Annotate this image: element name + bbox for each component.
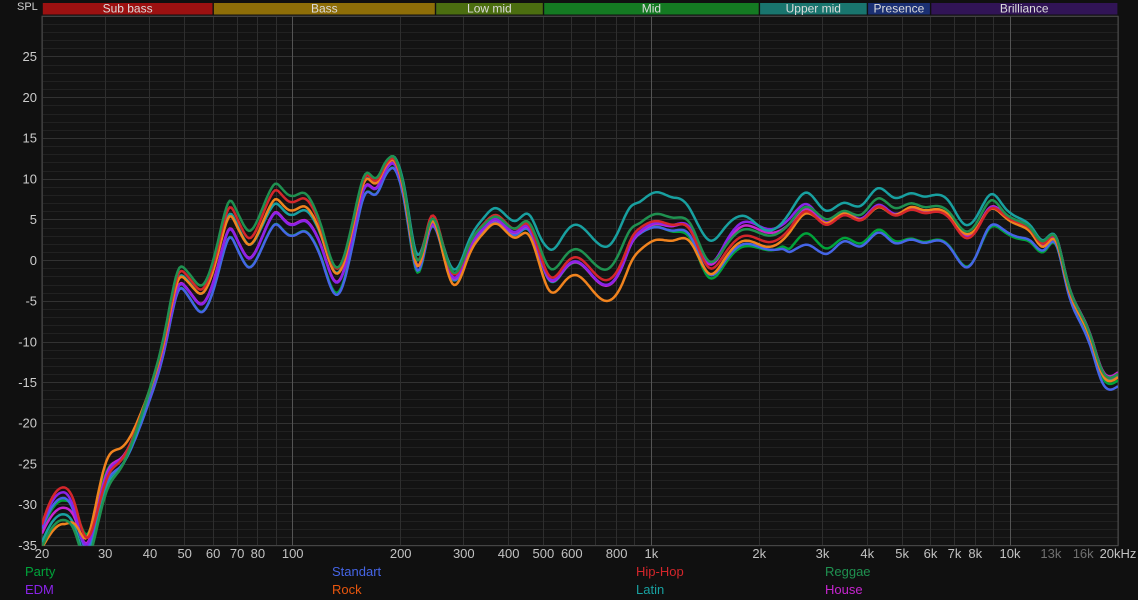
svg-text:60: 60 — [206, 546, 220, 561]
svg-text:600: 600 — [561, 546, 583, 561]
svg-text:8k: 8k — [968, 546, 982, 561]
svg-text:6k: 6k — [924, 546, 938, 561]
svg-text:80: 80 — [251, 546, 265, 561]
svg-text:EDM: EDM — [25, 582, 54, 597]
svg-text:13k: 13k — [1040, 546, 1061, 561]
svg-text:70: 70 — [230, 546, 244, 561]
svg-text:-10: -10 — [18, 334, 37, 349]
svg-text:200: 200 — [390, 546, 412, 561]
svg-text:5: 5 — [30, 212, 37, 227]
svg-text:800: 800 — [606, 546, 628, 561]
svg-text:Latin: Latin — [636, 582, 664, 597]
svg-text:40: 40 — [143, 546, 157, 561]
svg-text:House: House — [825, 582, 863, 597]
svg-text:Upper mid: Upper mid — [786, 2, 841, 16]
svg-text:Rock: Rock — [332, 582, 362, 597]
svg-text:Brilliance: Brilliance — [1000, 2, 1049, 16]
svg-text:500: 500 — [533, 546, 555, 561]
svg-text:3k: 3k — [816, 546, 830, 561]
svg-text:Bass: Bass — [311, 2, 338, 16]
svg-text:400: 400 — [498, 546, 520, 561]
svg-text:SPL: SPL — [17, 1, 38, 13]
svg-text:Standart: Standart — [332, 564, 382, 579]
svg-text:2k: 2k — [752, 546, 766, 561]
svg-text:Low mid: Low mid — [467, 2, 512, 16]
svg-text:Hip-Hop: Hip-Hop — [636, 564, 684, 579]
svg-text:4k: 4k — [860, 546, 874, 561]
svg-text:7k: 7k — [948, 546, 962, 561]
svg-text:-15: -15 — [18, 375, 37, 390]
svg-text:-25: -25 — [18, 456, 37, 471]
svg-text:25: 25 — [23, 49, 37, 64]
svg-text:50: 50 — [177, 546, 191, 561]
svg-text:Party: Party — [25, 564, 56, 579]
svg-text:100: 100 — [282, 546, 304, 561]
svg-text:1k: 1k — [645, 546, 659, 561]
svg-text:10: 10 — [23, 171, 37, 186]
svg-text:-30: -30 — [18, 497, 37, 512]
svg-text:16k: 16k — [1073, 546, 1094, 561]
svg-text:5k: 5k — [895, 546, 909, 561]
svg-text:-5: -5 — [25, 294, 37, 309]
svg-text:Mid: Mid — [642, 2, 661, 16]
svg-text:20: 20 — [35, 546, 49, 561]
svg-text:Reggae: Reggae — [825, 564, 871, 579]
svg-text:15: 15 — [23, 131, 37, 146]
svg-text:0: 0 — [30, 253, 37, 268]
svg-text:-20: -20 — [18, 416, 37, 431]
svg-text:30: 30 — [98, 546, 112, 561]
svg-text:10k: 10k — [1000, 546, 1021, 561]
svg-text:Presence: Presence — [874, 2, 925, 16]
svg-text:20: 20 — [23, 90, 37, 105]
svg-text:20kHz: 20kHz — [1100, 546, 1137, 561]
svg-text:300: 300 — [453, 546, 475, 561]
svg-text:Sub bass: Sub bass — [103, 2, 153, 16]
